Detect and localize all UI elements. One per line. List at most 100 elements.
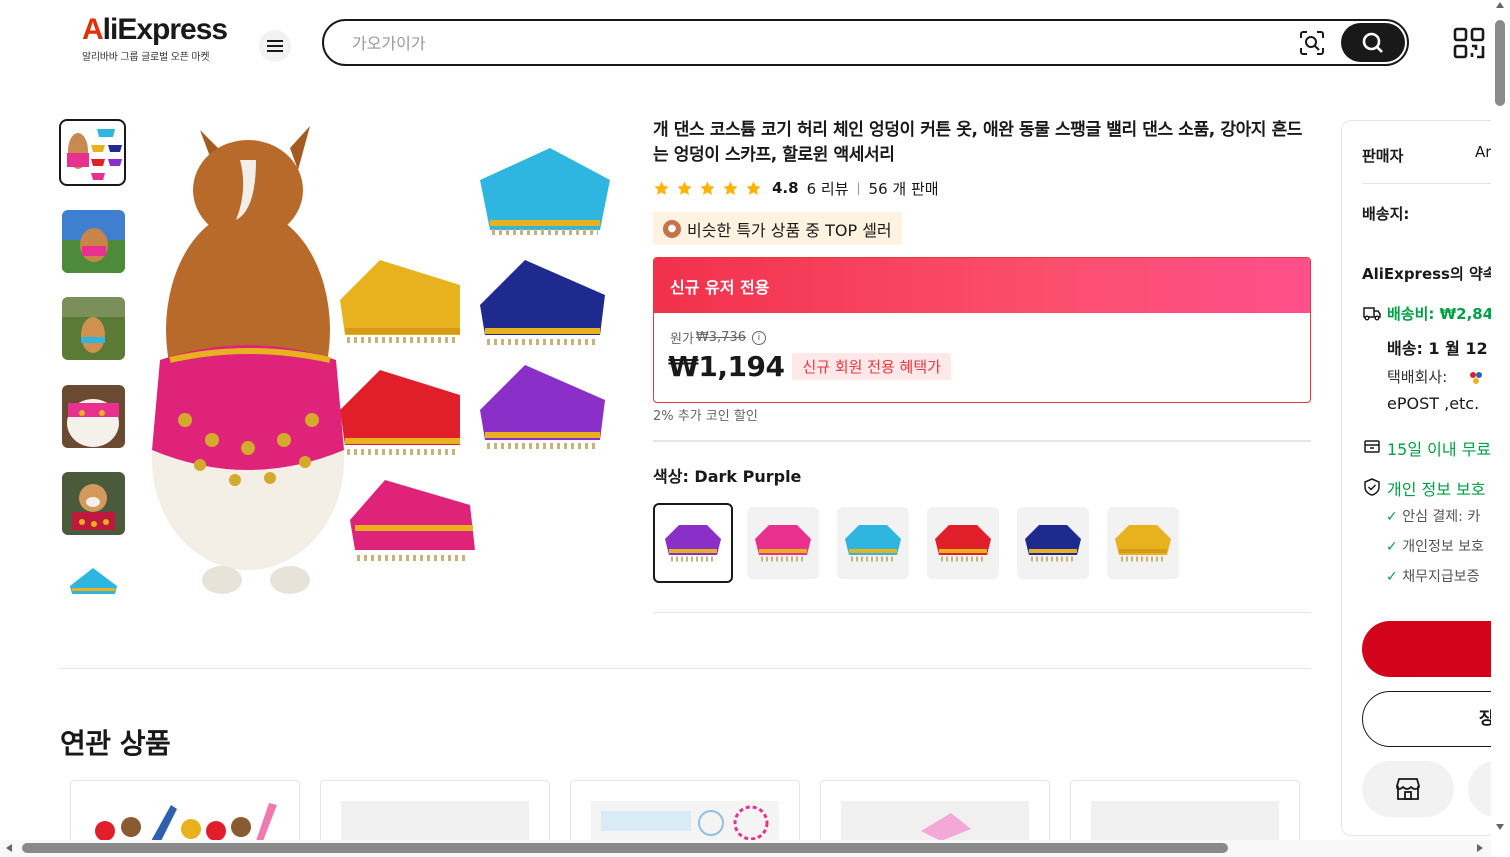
star-icon — [746, 180, 761, 195]
price-promo-box: 신규 유저 전용 원가 ₩3,736 i ₩1,194 신규 회원 전용 혜택가 — [653, 257, 1311, 403]
star-icon — [700, 180, 715, 195]
promo-header: 신규 유저 전용 — [654, 258, 1310, 313]
check-item-label: 안심 결제: 카 — [1402, 509, 1481, 525]
qr-code-button[interactable] — [1452, 26, 1486, 60]
swatch-sky-blue[interactable] — [837, 507, 909, 579]
swatch-rose-red[interactable] — [747, 507, 819, 579]
check-icon: ✓ — [1386, 569, 1398, 585]
swatch-image — [845, 525, 901, 562]
swatch-red[interactable] — [927, 507, 999, 579]
rating-row: 4.8 6 리뷰 | 56 개 판매 — [653, 177, 939, 199]
check-icon: ✓ — [1386, 509, 1398, 525]
swatch-image — [1025, 525, 1081, 562]
related-product-image — [841, 801, 1029, 840]
store-button[interactable] — [1362, 761, 1454, 817]
related-product-card[interactable] — [570, 780, 800, 840]
promise-title: AliExpress의 약속 — [1362, 265, 1497, 283]
related-product-image — [1091, 801, 1279, 840]
swatch-image — [935, 525, 991, 562]
rating-score: 4.8 — [772, 179, 799, 197]
price-row: ₩1,194 신규 회원 전용 혜택가 — [668, 350, 951, 383]
thumbnail-1[interactable] — [59, 119, 126, 186]
swatch-image — [1115, 525, 1171, 562]
swatch-dark-purple[interactable] — [653, 503, 733, 583]
related-product-card[interactable] — [820, 780, 1050, 840]
vertical-scrollbar[interactable] — [1491, 0, 1510, 845]
shipping-fee: 배송비: ₩2,84 — [1387, 305, 1494, 323]
thumbnail-2[interactable] — [62, 210, 125, 273]
divider — [653, 612, 1311, 613]
add-to-cart-button[interactable]: 장 — [1362, 691, 1510, 747]
swatch-image — [755, 525, 811, 562]
thumbnail-image — [62, 385, 125, 448]
camera-search-button[interactable] — [1298, 29, 1326, 57]
camera-search-icon — [1300, 31, 1324, 55]
swatch-yellow[interactable] — [1107, 507, 1179, 579]
horizontal-scrollbar-thumb[interactable] — [22, 843, 1228, 853]
main-product-image[interactable] — [140, 120, 630, 610]
thumbnail-4[interactable] — [62, 385, 125, 448]
related-product-image — [341, 801, 529, 840]
coin-discount: 2% 추가 코인 할인 — [653, 409, 758, 424]
review-count-link[interactable]: 6 리뷰 — [807, 178, 849, 199]
top-seller-text: 비슷한 특가 상품 중 TOP 셀러 — [687, 220, 892, 240]
color-value: Dark Purple — [694, 467, 802, 486]
scroll-up-arrow[interactable] — [1496, 2, 1504, 8]
scroll-right-arrow[interactable] — [1477, 844, 1483, 852]
divider — [60, 668, 1311, 669]
free-returns[interactable]: 15일 이내 무료 — [1387, 436, 1491, 460]
original-price: ₩3,736 — [695, 330, 746, 345]
current-price: ₩1,194 — [668, 350, 785, 383]
thumbnail-5[interactable] — [62, 472, 125, 535]
product-photo — [140, 120, 630, 610]
related-product-card[interactable] — [320, 780, 550, 840]
carrier-logo-icon — [1470, 372, 1482, 384]
aliexpress-logo[interactable]: AliExpress 알리바바 그룹 글로벌 오픈 마켓 — [82, 14, 242, 70]
thumbnail-image — [62, 297, 125, 360]
scroll-left-arrow[interactable] — [6, 844, 12, 852]
related-product-image — [591, 801, 779, 840]
original-price-label: 원가 — [670, 332, 694, 347]
check-item: ✓ 안심 결제: 카 — [1386, 506, 1480, 526]
carrier-label: 택배회사: — [1387, 368, 1448, 386]
info-icon[interactable]: i — [752, 330, 766, 345]
vertical-scrollbar-thumb[interactable] — [1495, 20, 1505, 106]
search-button[interactable] — [1341, 23, 1405, 62]
seller-name-link[interactable]: Ar — [1475, 143, 1491, 161]
search-input[interactable] — [352, 30, 1252, 56]
color-label-prefix: 색상: — [653, 467, 695, 486]
qr-code-icon — [1453, 27, 1485, 59]
search-bar — [322, 19, 1409, 66]
star-icon — [723, 180, 738, 195]
related-product-card[interactable] — [1070, 780, 1300, 840]
color-label: 색상: Dark Purple — [653, 463, 801, 487]
logo-wordmark: AliExpress — [82, 13, 228, 46]
thumbnail-image — [62, 210, 125, 273]
medal-icon: ● — [663, 219, 681, 238]
carrier-value: ePOST ,etc. — [1387, 394, 1480, 413]
divider — [1362, 183, 1510, 184]
star-icon — [654, 180, 669, 195]
thumbnail-3[interactable] — [62, 297, 125, 360]
related-products-title: 연관 상품 — [60, 727, 171, 760]
delivery-date: 배송: 1 월 12 — [1387, 339, 1488, 358]
menu-button[interactable] — [259, 30, 291, 62]
thumbnail-6[interactable] — [62, 560, 125, 598]
star-icon — [677, 180, 692, 195]
truck-icon — [1363, 307, 1381, 321]
scroll-down-arrow[interactable] — [1496, 824, 1504, 830]
swatch-navy-blue[interactable] — [1017, 507, 1089, 579]
original-price-row: 원가 ₩3,736 i — [670, 328, 766, 347]
related-product-card[interactable] — [70, 780, 300, 840]
check-item-label: 개인정보 보호 — [1402, 539, 1484, 555]
buy-now-button[interactable] — [1362, 621, 1510, 677]
check-item: ✓ 채무지급보증 — [1386, 566, 1479, 586]
thumbnail-image — [62, 472, 125, 535]
store-icon — [1396, 778, 1420, 800]
search-icon — [1362, 32, 1383, 53]
check-icon: ✓ — [1386, 539, 1398, 555]
divider: | — [856, 181, 861, 195]
thumbnail-image — [61, 121, 124, 184]
privacy-protection[interactable]: 개인 정보 보호 — [1387, 476, 1486, 500]
menu-icon — [267, 40, 283, 52]
